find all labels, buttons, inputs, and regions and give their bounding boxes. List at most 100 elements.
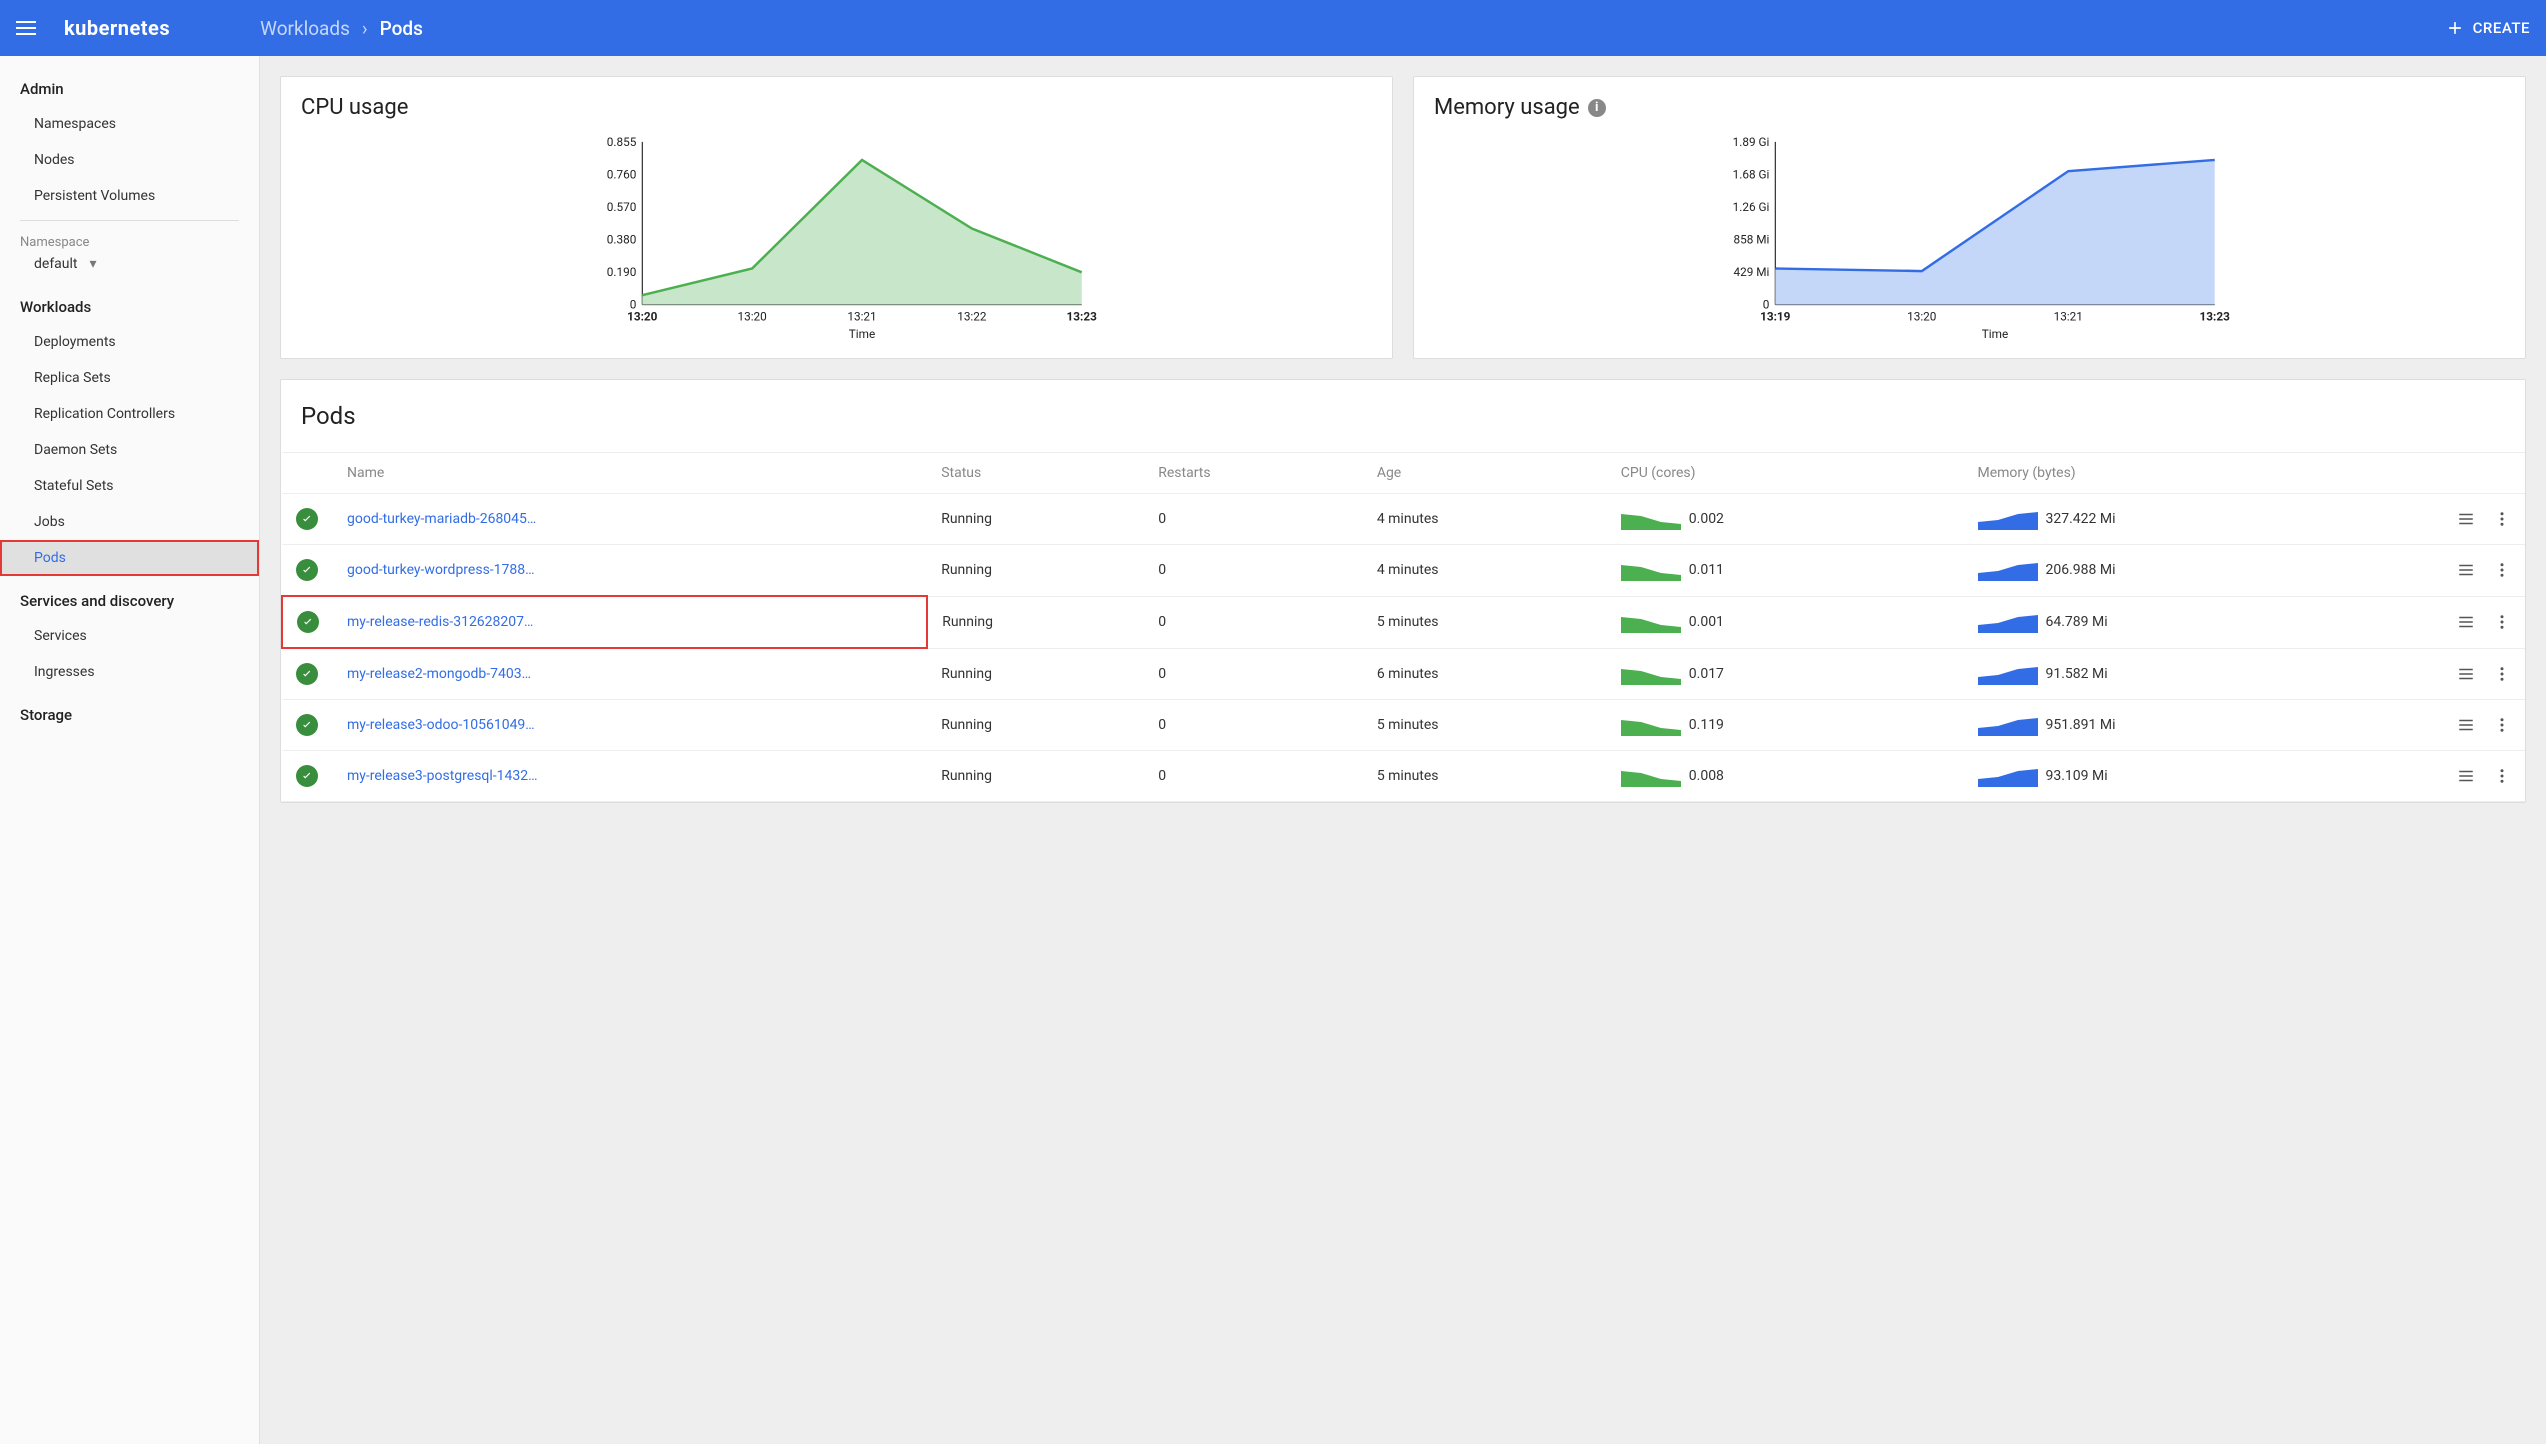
status-ok-icon [296, 559, 318, 581]
pod-cpu: 0.008 [1607, 751, 1964, 802]
pods-col-1: Status [927, 453, 1144, 494]
pods-title: Pods [281, 380, 2525, 452]
pod-name-link[interactable]: my-release2-mongodb-7403… [347, 666, 547, 682]
logs-icon[interactable] [2457, 767, 2475, 785]
pod-memory: 327.422 Mi [1964, 494, 2416, 545]
svg-text:13:20: 13:20 [627, 309, 658, 323]
info-icon[interactable]: i [1588, 99, 1606, 117]
pod-restarts: 0 [1144, 494, 1363, 545]
table-row: good-turkey-mariadb-268045…Running04 min… [282, 494, 2525, 545]
pod-memory: 951.891 Mi [1964, 700, 2416, 751]
svg-text:Time: Time [849, 327, 875, 340]
svg-text:13:19: 13:19 [1760, 309, 1791, 323]
pod-restarts: 0 [1144, 648, 1363, 700]
sidebar-item-jobs[interactable]: Jobs [0, 504, 259, 540]
sidebar-item-nodes[interactable]: Nodes [0, 142, 259, 178]
svg-text:13:21: 13:21 [847, 309, 876, 323]
pod-age: 6 minutes [1363, 648, 1607, 700]
pod-cpu: 0.011 [1607, 545, 1964, 597]
pod-name-link[interactable]: good-turkey-wordpress-1788… [347, 562, 547, 578]
pod-restarts: 0 [1144, 751, 1363, 802]
svg-text:1.68 Gi: 1.68 Gi [1733, 167, 1770, 181]
namespace-value: default [34, 256, 78, 272]
table-row: good-turkey-wordpress-1788…Running04 min… [282, 545, 2525, 597]
table-row: my-release-redis-312628207…Running05 min… [282, 596, 2525, 648]
status-ok-icon [296, 714, 318, 736]
svg-text:13:22: 13:22 [957, 309, 987, 323]
more-icon[interactable] [2493, 716, 2511, 734]
pod-cpu: 0.001 [1607, 596, 1964, 648]
pod-cpu: 0.002 [1607, 494, 1964, 545]
pod-status: Running [927, 700, 1144, 751]
pod-age: 4 minutes [1363, 545, 1607, 597]
pod-name-link[interactable]: good-turkey-mariadb-268045… [347, 511, 547, 527]
svg-text:0.855: 0.855 [607, 135, 637, 149]
sidebar-item-daemon-sets[interactable]: Daemon Sets [0, 432, 259, 468]
menu-icon[interactable] [16, 16, 40, 40]
breadcrumb-parent[interactable]: Workloads [260, 17, 350, 40]
logs-icon[interactable] [2457, 665, 2475, 683]
chevron-right-icon: › [362, 17, 368, 40]
pods-col-2: Restarts [1144, 453, 1363, 494]
sidebar-item-persistent-volumes[interactable]: Persistent Volumes [0, 178, 259, 214]
memory-usage-title: Memory usage [1434, 95, 1580, 120]
more-icon[interactable] [2493, 510, 2511, 528]
memory-usage-card: Memory usage i Memory (bytes)0429 Mi858 … [1413, 76, 2526, 359]
pod-cpu: 0.119 [1607, 700, 1964, 751]
namespace-selector[interactable]: default ▾ [0, 250, 259, 282]
sidebar: Admin Namespaces Nodes Persistent Volume… [0, 56, 260, 1444]
svg-text:13:23: 13:23 [1067, 309, 1098, 323]
pod-name-link[interactable]: my-release3-postgresql-1432… [347, 768, 547, 784]
sidebar-item-replica-sets[interactable]: Replica Sets [0, 360, 259, 396]
sidebar-item-pods[interactable]: Pods [0, 540, 259, 576]
sidebar-section-storage: Storage [0, 690, 259, 732]
pod-age: 5 minutes [1363, 700, 1607, 751]
pod-memory: 64.789 Mi [1964, 596, 2416, 648]
pod-name-link[interactable]: my-release3-odoo-10561049… [347, 717, 547, 733]
more-icon[interactable] [2493, 665, 2511, 683]
sidebar-item-replication-controllers[interactable]: Replication Controllers [0, 396, 259, 432]
pods-col-0: Name [333, 453, 927, 494]
logs-icon[interactable] [2457, 510, 2475, 528]
svg-text:13:23: 13:23 [2200, 309, 2231, 323]
more-icon[interactable] [2493, 561, 2511, 579]
pods-table: NameStatusRestartsAgeCPU (cores)Memory (… [281, 452, 2525, 802]
topbar: kubernetes Workloads › Pods CREATE [0, 0, 2546, 56]
sidebar-item-ingresses[interactable]: Ingresses [0, 654, 259, 690]
logo: kubernetes [64, 16, 170, 40]
table-row: my-release3-postgresql-1432…Running05 mi… [282, 751, 2525, 802]
svg-text:0.570: 0.570 [607, 200, 637, 214]
pod-age: 5 minutes [1363, 751, 1607, 802]
sidebar-item-services[interactable]: Services [0, 618, 259, 654]
pod-status: Running [927, 648, 1144, 700]
sidebar-section-workloads: Workloads [0, 282, 259, 324]
svg-text:1.26 Gi: 1.26 Gi [1733, 200, 1770, 214]
status-ok-icon [296, 765, 318, 787]
breadcrumb: Workloads › Pods [260, 17, 423, 40]
memory-usage-chart: Memory (bytes)0429 Mi858 Mi1.26 Gi1.68 G… [1414, 128, 2525, 358]
sidebar-item-namespaces[interactable]: Namespaces [0, 106, 259, 142]
plus-icon [2445, 18, 2465, 38]
pod-age: 4 minutes [1363, 494, 1607, 545]
logs-icon[interactable] [2457, 716, 2475, 734]
pods-card: Pods NameStatusRestartsAgeCPU (cores)Mem… [280, 379, 2526, 803]
pod-status: Running [927, 596, 1144, 648]
svg-text:0.190: 0.190 [607, 265, 637, 279]
svg-text:1.89 Gi: 1.89 Gi [1733, 135, 1770, 149]
status-ok-icon [296, 508, 318, 530]
pods-col-5: Memory (bytes) [1964, 453, 2416, 494]
logs-icon[interactable] [2457, 561, 2475, 579]
pod-restarts: 0 [1144, 596, 1363, 648]
pod-status: Running [927, 545, 1144, 597]
sidebar-item-deployments[interactable]: Deployments [0, 324, 259, 360]
status-ok-icon [296, 663, 318, 685]
status-ok-icon [297, 611, 319, 633]
more-icon[interactable] [2493, 767, 2511, 785]
create-label: CREATE [2473, 19, 2530, 37]
more-icon[interactable] [2493, 613, 2511, 631]
create-button[interactable]: CREATE [2445, 18, 2530, 38]
pod-name-link[interactable]: my-release-redis-312628207… [347, 614, 547, 630]
sidebar-section-services: Services and discovery [0, 576, 259, 618]
sidebar-item-stateful-sets[interactable]: Stateful Sets [0, 468, 259, 504]
logs-icon[interactable] [2457, 613, 2475, 631]
